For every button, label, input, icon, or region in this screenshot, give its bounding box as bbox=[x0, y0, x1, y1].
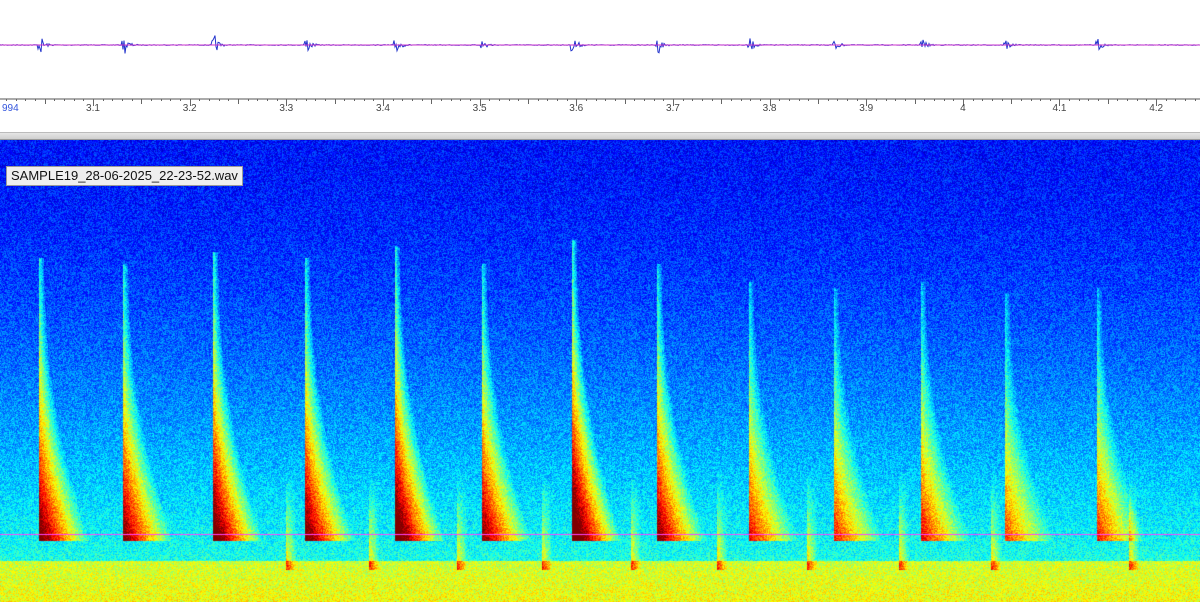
ruler-ticks bbox=[0, 98, 1200, 106]
ruler-tick-label: 3.4 bbox=[375, 103, 390, 114]
ruler-tick-label: 4.2 bbox=[1149, 103, 1164, 114]
ruler-tick-label: 4.1 bbox=[1052, 103, 1067, 114]
ruler-tick-label: 3.7 bbox=[665, 103, 680, 114]
ruler-tick-label: 3.5 bbox=[472, 103, 487, 114]
time-ruler[interactable]: 994 3.1 3.2 3.3 3.4 3.5 3.6 3.7 3.8 3.9 4 4.1 4.2 bbox=[0, 98, 1200, 132]
file-name-label: SAMPLE19_28-06-2025_22-23-52.wav bbox=[6, 166, 243, 186]
ruler-tick-label: 3.1 bbox=[86, 103, 100, 114]
spectrogram-canvas bbox=[0, 140, 1200, 602]
ruler-tick-label: 4 bbox=[960, 103, 966, 114]
ruler-tick-label: 3.6 bbox=[569, 103, 584, 114]
spectrogram-view[interactable] bbox=[0, 140, 1200, 602]
waveform-plot bbox=[0, 35, 1200, 54]
waveform-trace bbox=[0, 35, 1200, 54]
ruler-tick-label: 3.8 bbox=[762, 103, 777, 114]
ruler-first-label: 994 bbox=[2, 103, 19, 114]
ruler-tick-label: 3.2 bbox=[182, 103, 197, 114]
ruler-tick-label: 3.9 bbox=[859, 103, 874, 114]
pane-splitter[interactable] bbox=[0, 132, 1200, 140]
ruler-tick-label: 3.3 bbox=[279, 103, 294, 114]
waveform-view[interactable] bbox=[0, 0, 1200, 98]
